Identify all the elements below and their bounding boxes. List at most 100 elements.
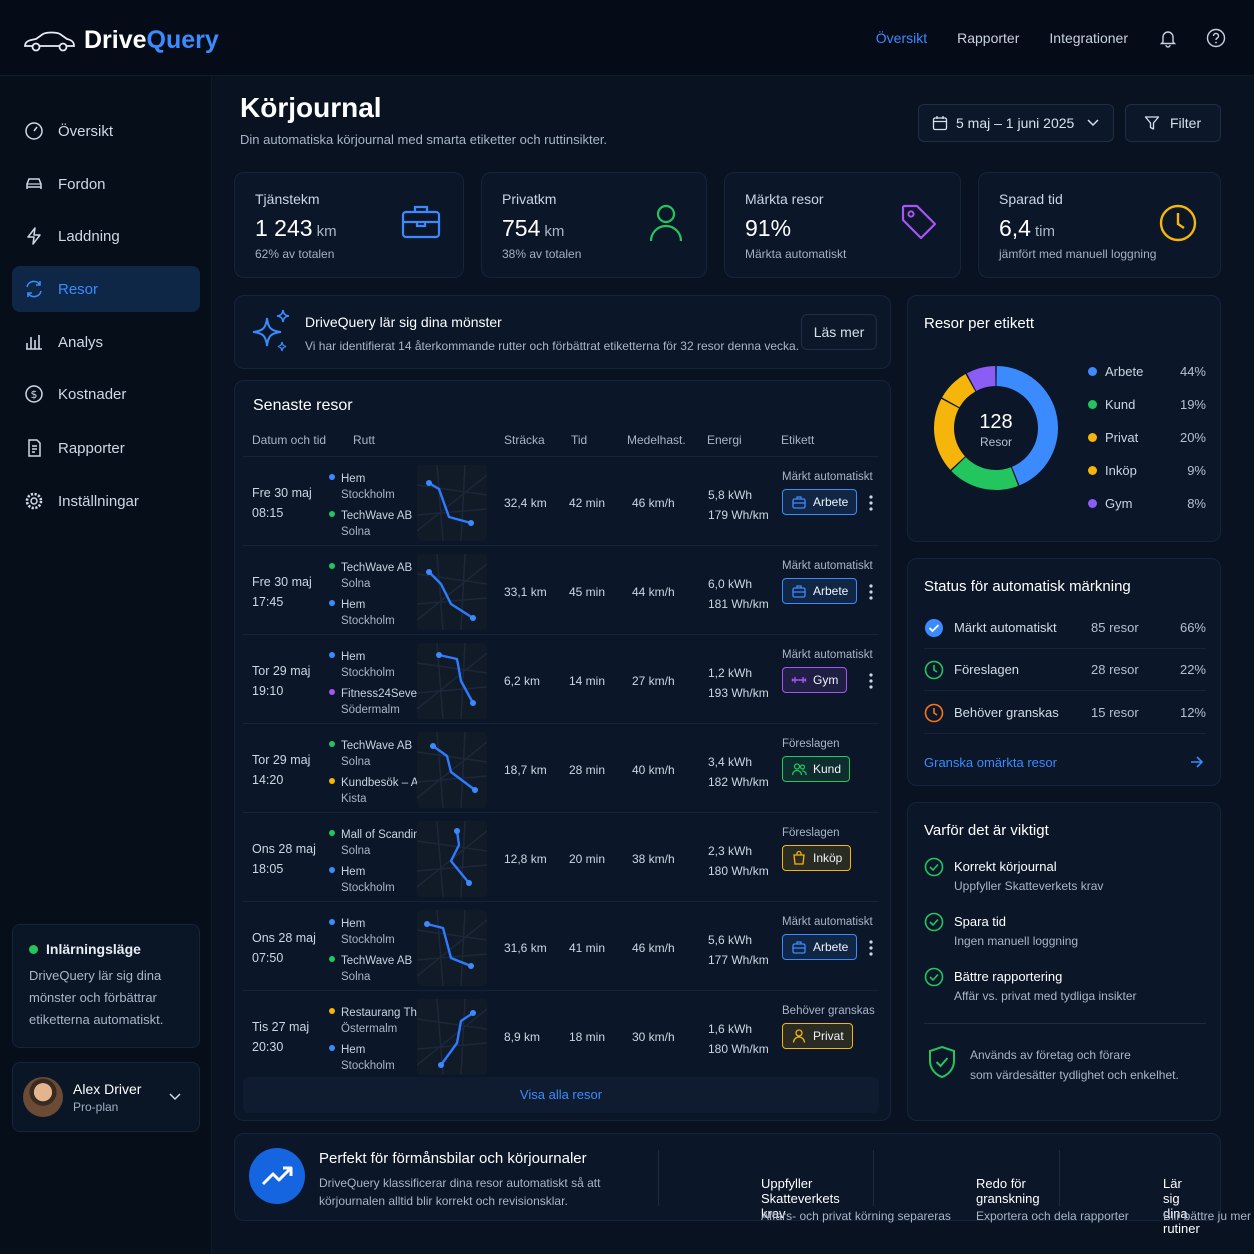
sidebar-item-oversikt[interactable]: Översikt (12, 108, 200, 154)
more-vertical-icon[interactable] (869, 673, 873, 689)
sidebar-item-analys[interactable]: Analys (12, 319, 200, 365)
label-tag[interactable]: Inköp (782, 845, 852, 871)
sidebar-item-fordon[interactable]: Fordon (12, 161, 200, 207)
trip-duration: 18 min (569, 1030, 606, 1044)
app-name: DriveQuery (84, 26, 219, 54)
table-row[interactable]: Tis 27 maj 20:30 Restaurang Thörn Östermal… (243, 990, 879, 1082)
stat-sub: 62% av totalen (255, 247, 335, 261)
trip-energy: 5,8 kWh 179 Wh/km (708, 488, 769, 522)
legend-item: Arbete 44% (1088, 364, 1206, 379)
route-from: Hem Stockholm (329, 649, 395, 681)
trip-duration: 20 min (569, 852, 606, 866)
legend-value: 44% (1179, 364, 1206, 379)
stat-label: Privatkm (502, 191, 557, 207)
check-circle-filled-icon (925, 618, 943, 637)
report-icon (28, 439, 41, 457)
topnav-rapporter[interactable]: Rapporter (957, 30, 1019, 46)
filter-button[interactable]: Filter (1125, 104, 1221, 142)
more-vertical-icon[interactable] (869, 584, 873, 600)
label-tag[interactable]: Privat (782, 1023, 853, 1049)
legend-value: 9% (1187, 463, 1206, 478)
trip-datetime: Fre 30 maj 17:45 (252, 575, 312, 609)
status-row-suggested: Föreslagen 28 resor 22% (924, 649, 1206, 691)
label-tag[interactable]: Kund (782, 756, 851, 782)
recent-trips-card: Senaste resor Datum och tid Rutt Sträcka… (234, 380, 891, 1121)
sidebar-item-label: Laddning (58, 227, 120, 245)
trip-speed: 38 km/h (632, 852, 675, 866)
briefcase-icon (792, 496, 806, 509)
date-range-picker[interactable]: 5 maj – 1 juni 2025 (918, 104, 1114, 142)
more-vertical-icon[interactable] (869, 940, 873, 956)
table-row[interactable]: Ons 28 maj 18:05 Mall of Scandinavia Solna… (243, 812, 879, 904)
divider (924, 1023, 1206, 1024)
avatar (23, 1077, 63, 1117)
arrow-right-icon[interactable] (1190, 756, 1204, 768)
table-row[interactable]: Fre 30 maj 17:45 TechWave AB Solna Hem Stoc… (243, 545, 879, 637)
table-row[interactable]: Tor 29 maj 14:20 TechWave AB Solna Kundbes… (243, 723, 879, 815)
label-tag[interactable]: Arbete (782, 489, 858, 515)
label-tag[interactable]: Gym (782, 667, 848, 693)
legend-swatch (1088, 433, 1097, 442)
learning-mode-title: Inlärningsläge (29, 941, 183, 957)
stat-value: 6,4 tim (999, 215, 1055, 241)
label-state: Märkt automatiskt (782, 916, 873, 928)
bell-icon[interactable] (1158, 28, 1178, 48)
app-logo[interactable]: DriveQuery (22, 26, 219, 55)
donut-slice-privat[interactable] (934, 398, 966, 470)
trip-duration: 14 min (569, 674, 606, 688)
route-map-thumbnail[interactable] (417, 732, 487, 808)
trip-speed: 46 km/h (632, 941, 675, 955)
donut-chart: 128 Resor (934, 366, 1058, 490)
label-state: Behöver granskas (782, 1005, 875, 1017)
trip-energy: 6,0 kWh 181 Wh/km (708, 577, 769, 611)
route-from: Hem Stockholm (329, 916, 395, 948)
route-map-thumbnail[interactable] (417, 554, 487, 630)
more-vertical-icon[interactable] (869, 495, 873, 511)
route-map-thumbnail[interactable] (417, 999, 487, 1075)
sidebar-item-kostnader[interactable]: $ Kostnader (12, 371, 200, 417)
shopping-bag-icon (793, 850, 805, 865)
table-row[interactable]: Tor 29 maj 19:10 Hem Stockholm Fitness24Se… (243, 634, 879, 726)
read-more-button[interactable]: Läs mer (801, 314, 877, 350)
route-from: Hem Stockholm (329, 471, 395, 503)
trip-label: Märkt automatiskt Arbete (782, 471, 873, 515)
donut-slice-kund[interactable] (951, 457, 1019, 490)
sidebar-item-resor[interactable]: Resor (12, 266, 200, 312)
topnav-integrationer[interactable]: Integrationer (1049, 30, 1128, 46)
label-tag[interactable]: Arbete (782, 934, 858, 960)
route-map-thumbnail[interactable] (417, 465, 487, 541)
trip-datetime: Ons 28 maj 18:05 (252, 842, 316, 876)
route-map-thumbnail[interactable] (417, 643, 487, 719)
trip-duration: 28 min (569, 763, 606, 777)
why-item: Korrekt körjournal Uppfyller Skatteverket… (924, 857, 1103, 893)
table-row[interactable]: Fre 30 maj 08:15 Hem Stockholm TechWave AB… (243, 456, 879, 548)
label-state: Märkt automatiskt (782, 560, 873, 572)
route-map-thumbnail[interactable] (417, 910, 487, 986)
trips-by-label-card: Resor per etikett 128 Resor Arbete 44% Kun… (907, 295, 1221, 542)
sidebar-item-installningar[interactable]: Inställningar (12, 478, 200, 524)
trip-distance: 8,9 km (504, 1030, 541, 1044)
clock-icon (924, 660, 944, 679)
sidebar-item-laddning[interactable]: Laddning (12, 213, 200, 259)
col-header-route: Rutt (353, 433, 376, 447)
car-logo-icon (24, 31, 75, 51)
check-circle-icon (924, 912, 944, 932)
briefcase-icon (792, 941, 806, 954)
col-header-speed: Medelhast. (627, 433, 686, 447)
topnav-oversikt[interactable]: Översikt (876, 30, 927, 46)
view-all-trips-link[interactable]: Visa alla resor (243, 1077, 879, 1113)
clock-icon (1159, 204, 1197, 242)
label-tag[interactable]: Arbete (782, 578, 858, 604)
learning-mode-text: DriveQuery lär sig dina mönster och förb… (29, 968, 164, 1027)
sidebar-item-rapporter[interactable]: Rapporter (12, 425, 200, 471)
user-menu[interactable]: Alex Driver Pro-plan (12, 1062, 200, 1132)
trip-distance: 31,6 km (504, 941, 547, 955)
dumbbell-icon (791, 677, 807, 683)
legend-label: Kund (1105, 397, 1136, 412)
route-map-thumbnail[interactable] (417, 821, 487, 897)
table-row[interactable]: Ons 28 maj 07:50 Hem Stockholm TechWave AB… (243, 901, 879, 993)
trip-label: Märkt automatiskt Arbete (782, 560, 873, 604)
review-untagged-link[interactable]: Granska omärkta resor (924, 755, 1057, 770)
help-icon[interactable] (1206, 28, 1226, 48)
status-dot (29, 944, 38, 954)
